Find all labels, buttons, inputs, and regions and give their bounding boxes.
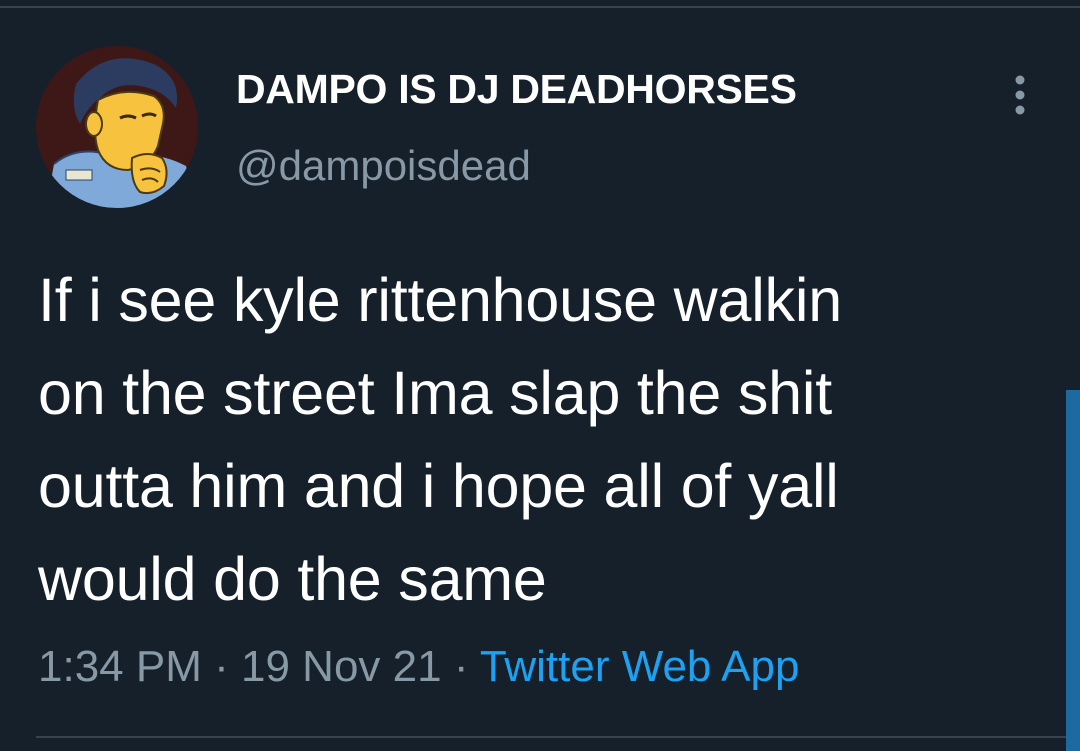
author-display-name[interactable]: DAMPO IS DJ DEADHORSES [236, 66, 797, 113]
cartoon-avatar-icon [36, 46, 198, 208]
tweet-text-line: outta him and i hope all of yall [38, 452, 839, 520]
scrollbar[interactable] [1066, 390, 1080, 751]
more-vertical-icon [1015, 75, 1025, 115]
more-options-button[interactable] [1000, 70, 1040, 120]
meta-separator: · [214, 642, 229, 691]
meta-separator: · [453, 642, 469, 691]
tweet-text-line: If i see kyle rittenhouse walkin [38, 266, 842, 334]
author-handle[interactable]: @dampoisdead [236, 142, 531, 190]
tweet-time[interactable]: 1:34 PM [38, 642, 202, 691]
tweet-text-line: on the street Ima slap the shit [38, 359, 833, 427]
bottom-divider [36, 736, 1080, 738]
tweet-date[interactable]: 19 Nov 21 [241, 642, 442, 691]
top-divider [0, 6, 1080, 8]
tweet-text: If i see kyle rittenhouse walkin on the … [38, 254, 1048, 626]
profile-avatar[interactable] [36, 46, 198, 208]
tweet-source-link[interactable]: Twitter Web App [480, 642, 800, 691]
tweet-text-line: would do the same [38, 545, 547, 613]
tweet-metadata: 1:34 PM · 19 Nov 21 · Twitter Web App [38, 642, 799, 692]
